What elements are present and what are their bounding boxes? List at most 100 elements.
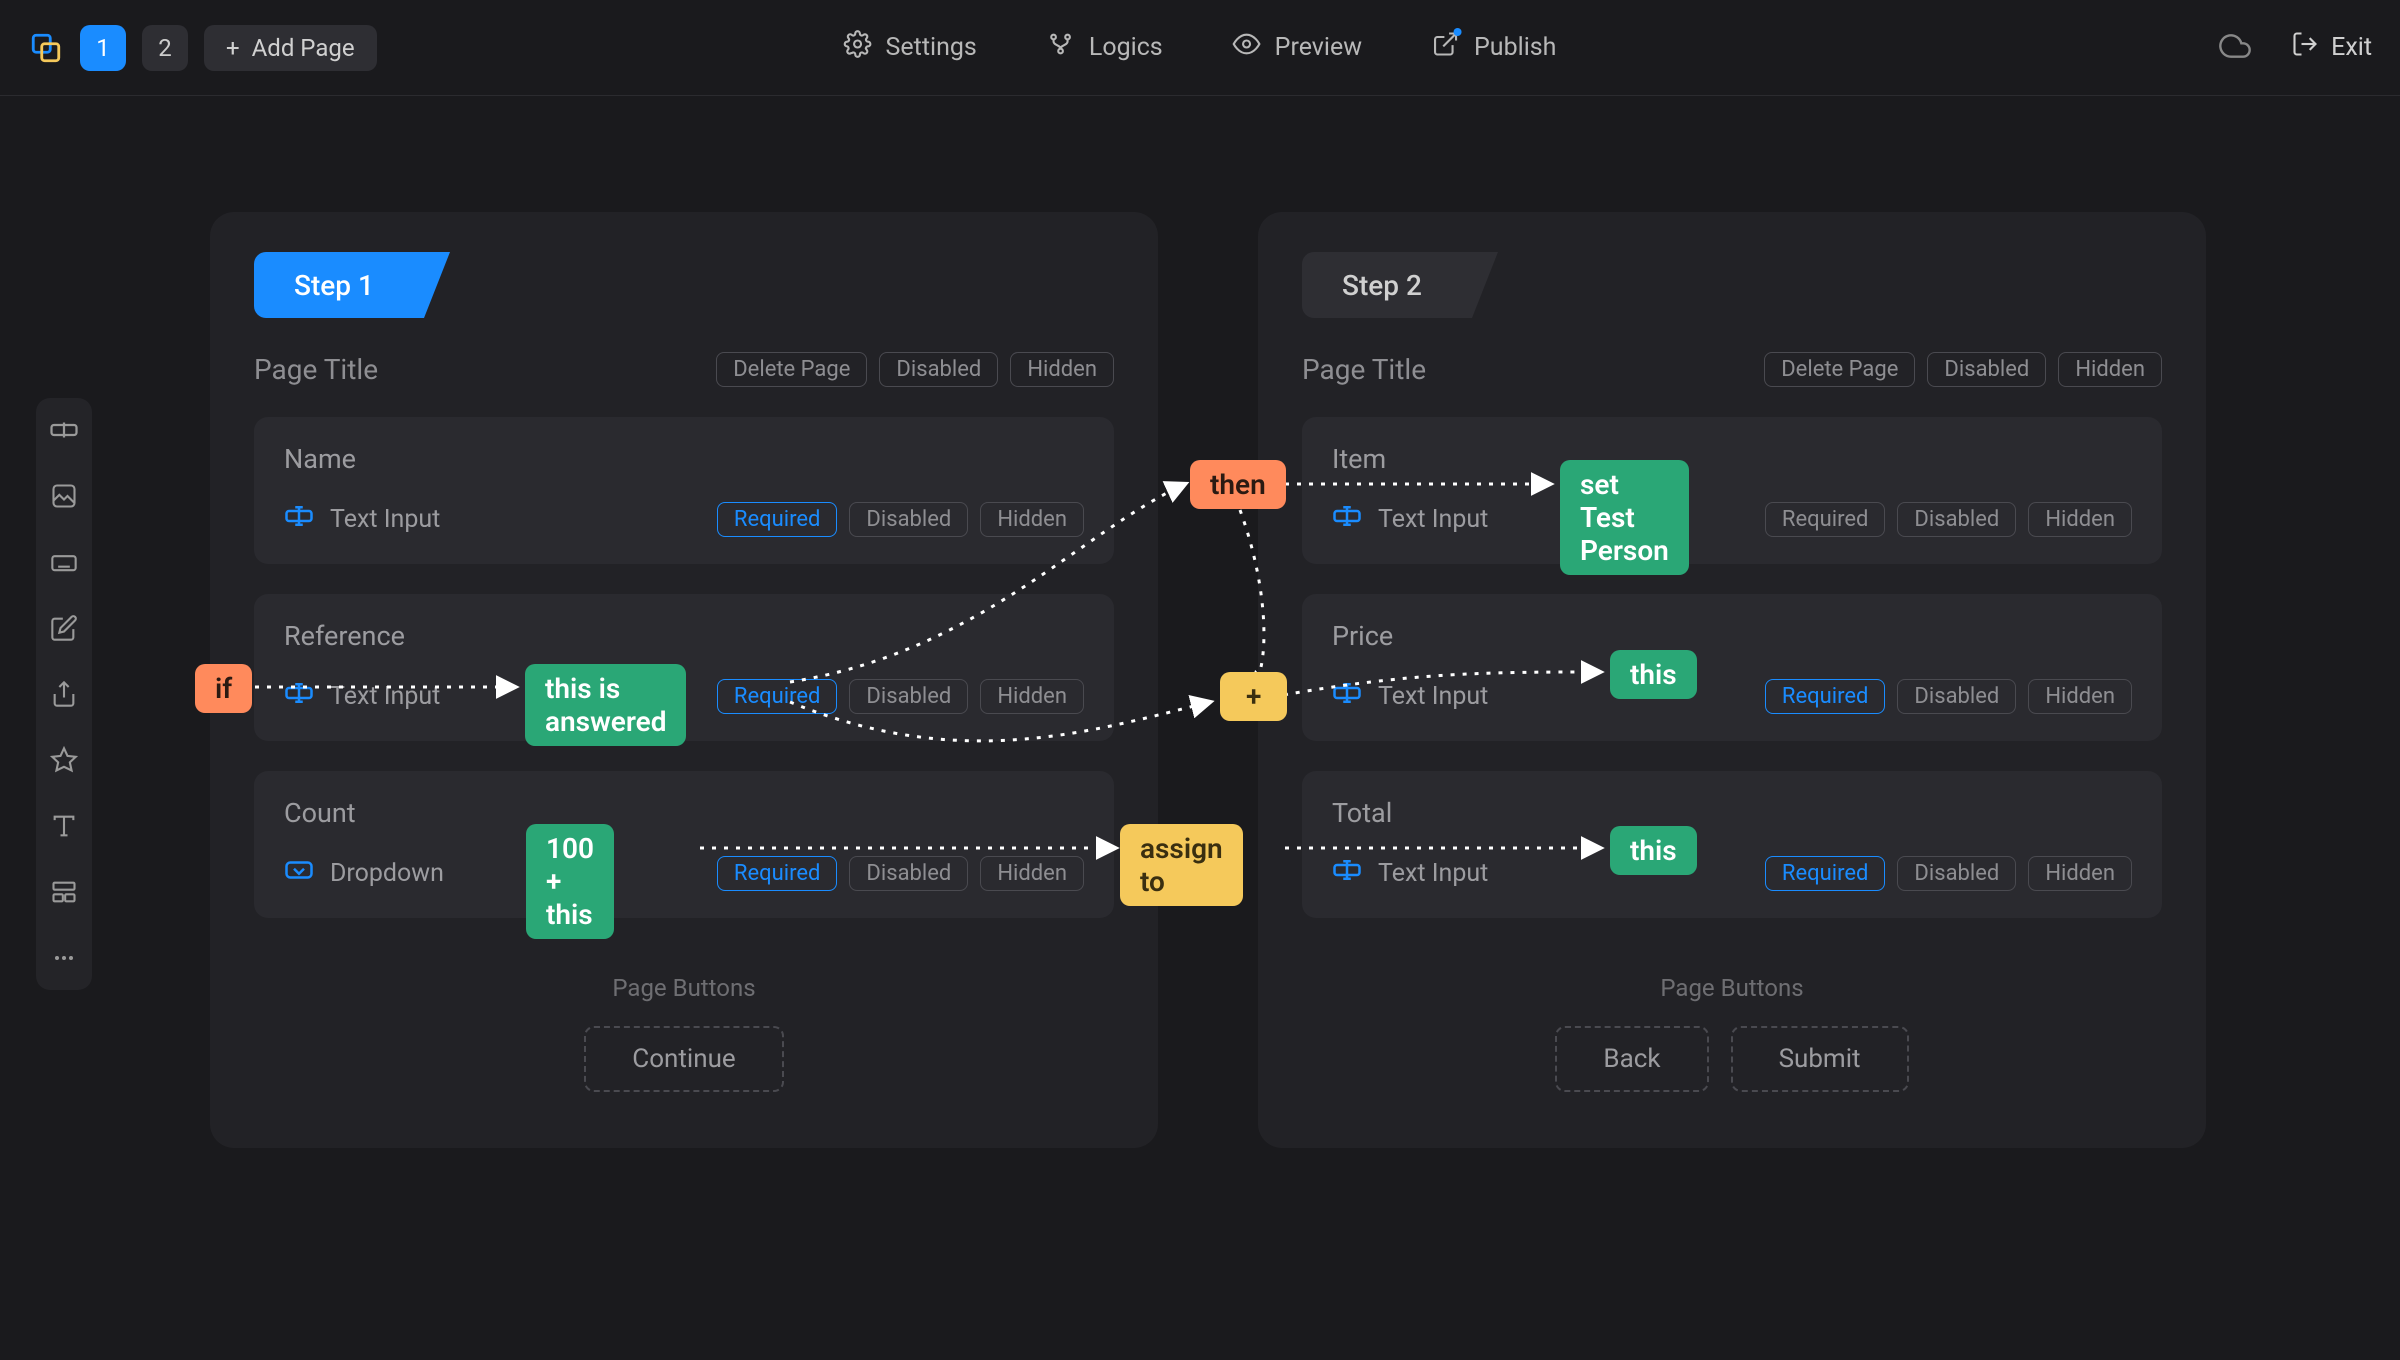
- disabled-page-2[interactable]: Disabled: [1927, 352, 2046, 387]
- page-title-1[interactable]: Page Title: [254, 353, 378, 386]
- nav-publish[interactable]: Publish: [1432, 30, 1556, 65]
- add-page-button[interactable]: + Add Page: [204, 25, 377, 71]
- page-title-2[interactable]: Page Title: [1302, 353, 1426, 386]
- canvas: Step 1 Page Title Delete Page Disabled H…: [210, 212, 2340, 1320]
- nav-logics[interactable]: Logics: [1047, 30, 1163, 65]
- chip-hidden[interactable]: Hidden: [980, 856, 1084, 891]
- nav-publish-label: Publish: [1474, 33, 1556, 62]
- logic-token-this-price[interactable]: this: [1610, 650, 1697, 699]
- tool-rail: [36, 398, 92, 990]
- chip-hidden[interactable]: Hidden: [2028, 856, 2132, 891]
- delete-page-1[interactable]: Delete Page: [716, 352, 867, 387]
- disabled-page-1[interactable]: Disabled: [879, 352, 998, 387]
- field-total-type: Text Input: [1378, 859, 1488, 888]
- field-name-type: Text Input: [330, 505, 440, 534]
- logic-token-if[interactable]: if: [195, 664, 252, 713]
- text-input-icon: [1332, 855, 1362, 892]
- chip-hidden[interactable]: Hidden: [2028, 679, 2132, 714]
- text-input-icon: [1332, 501, 1362, 538]
- tool-text-input-icon[interactable]: [46, 412, 82, 448]
- step-2-label: Step 2: [1342, 269, 1422, 302]
- field-price[interactable]: Price Text Input Required Disabled Hidde…: [1302, 594, 2162, 741]
- chip-hidden[interactable]: Hidden: [2028, 502, 2132, 537]
- field-count-type: Dropdown: [330, 859, 444, 888]
- chip-hidden[interactable]: Hidden: [980, 502, 1084, 537]
- logic-token-assign-to[interactable]: assign to: [1120, 824, 1243, 906]
- dropdown-icon: [284, 855, 314, 892]
- field-total[interactable]: Total Text Input Required Disabled Hidde…: [1302, 771, 2162, 918]
- chip-required[interactable]: Required: [717, 679, 838, 714]
- chip-hidden[interactable]: Hidden: [980, 679, 1084, 714]
- topbar: 1 2 + Add Page Settings Logics Preview P…: [0, 0, 2400, 96]
- exit-icon: [2291, 30, 2319, 65]
- field-reference-type: Text Input: [330, 682, 440, 711]
- nav-settings-label: Settings: [886, 33, 977, 62]
- field-item-label: Item: [1332, 443, 2132, 475]
- field-price-type: Text Input: [1378, 682, 1488, 711]
- chip-disabled[interactable]: Disabled: [849, 679, 968, 714]
- field-total-label: Total: [1332, 797, 2132, 829]
- chip-disabled[interactable]: Disabled: [849, 856, 968, 891]
- logic-token-this-is-answered[interactable]: this is answered: [525, 664, 686, 746]
- chip-disabled[interactable]: Disabled: [849, 502, 968, 537]
- top-center-nav: Settings Logics Preview Publish: [844, 30, 1557, 65]
- field-reference-label: Reference: [284, 620, 1084, 652]
- chip-disabled[interactable]: Disabled: [1897, 856, 2016, 891]
- page-buttons-label-1: Page Buttons: [254, 974, 1114, 1002]
- chip-required[interactable]: Required: [1765, 502, 1886, 537]
- text-input-icon: [1332, 678, 1362, 715]
- page-tab-2[interactable]: 2: [142, 25, 188, 71]
- app-logo: [28, 30, 64, 66]
- step-1-label: Step 1: [294, 269, 374, 302]
- logic-token-this-total[interactable]: this: [1610, 826, 1697, 875]
- branch-icon: [1047, 30, 1075, 65]
- add-page-label: Add Page: [252, 34, 355, 62]
- chip-required[interactable]: Required: [1765, 679, 1886, 714]
- plus-icon: +: [226, 34, 240, 62]
- nav-preview-label: Preview: [1275, 33, 1362, 62]
- page-buttons-label-2: Page Buttons: [1302, 974, 2162, 1002]
- continue-button[interactable]: Continue: [584, 1026, 783, 1092]
- field-name-label: Name: [284, 443, 1084, 475]
- logic-token-plus[interactable]: +: [1220, 672, 1287, 721]
- hidden-page-2[interactable]: Hidden: [2058, 352, 2162, 387]
- logic-token-set-test-person[interactable]: set Test Person: [1560, 460, 1689, 575]
- chip-required[interactable]: Required: [717, 502, 838, 537]
- field-price-label: Price: [1332, 620, 2132, 652]
- field-item[interactable]: Item Text Input Required Disabled Hidden: [1302, 417, 2162, 564]
- tool-text-icon[interactable]: [46, 808, 82, 844]
- step-2-tab[interactable]: Step 2: [1302, 252, 1472, 318]
- delete-page-2[interactable]: Delete Page: [1764, 352, 1915, 387]
- hidden-page-1[interactable]: Hidden: [1010, 352, 1114, 387]
- logic-token-100-plus-this[interactable]: 100 + this: [526, 824, 614, 939]
- gear-icon: [844, 30, 872, 65]
- chip-disabled[interactable]: Disabled: [1897, 679, 2016, 714]
- field-count-label: Count: [284, 797, 1084, 829]
- tool-star-icon[interactable]: [46, 742, 82, 778]
- tool-edit-icon[interactable]: [46, 610, 82, 646]
- text-input-icon: [284, 678, 314, 715]
- back-button[interactable]: Back: [1555, 1026, 1708, 1092]
- tool-layout-icon[interactable]: [46, 874, 82, 910]
- chip-required[interactable]: Required: [717, 856, 838, 891]
- tool-export-icon[interactable]: [46, 676, 82, 712]
- submit-button[interactable]: Submit: [1731, 1026, 1909, 1092]
- cloud-sync-button[interactable]: [2219, 30, 2251, 66]
- page-tab-1[interactable]: 1: [80, 25, 126, 71]
- nav-preview[interactable]: Preview: [1233, 30, 1362, 65]
- tool-keyboard-icon[interactable]: [46, 544, 82, 580]
- field-name[interactable]: Name Text Input Required Disabled Hidden: [254, 417, 1114, 564]
- external-link-icon: [1432, 30, 1460, 65]
- exit-label: Exit: [2331, 33, 2372, 62]
- nav-logics-label: Logics: [1089, 33, 1163, 62]
- field-item-type: Text Input: [1378, 505, 1488, 534]
- tool-image-icon[interactable]: [46, 478, 82, 514]
- logic-token-then[interactable]: then: [1190, 460, 1286, 509]
- nav-settings[interactable]: Settings: [844, 30, 977, 65]
- chip-disabled[interactable]: Disabled: [1897, 502, 2016, 537]
- step-1-tab[interactable]: Step 1: [254, 252, 424, 318]
- tool-more-icon[interactable]: [46, 940, 82, 976]
- exit-button[interactable]: Exit: [2291, 30, 2372, 65]
- chip-required[interactable]: Required: [1765, 856, 1886, 891]
- field-count[interactable]: Count Dropdown Required Disabled Hidden: [254, 771, 1114, 918]
